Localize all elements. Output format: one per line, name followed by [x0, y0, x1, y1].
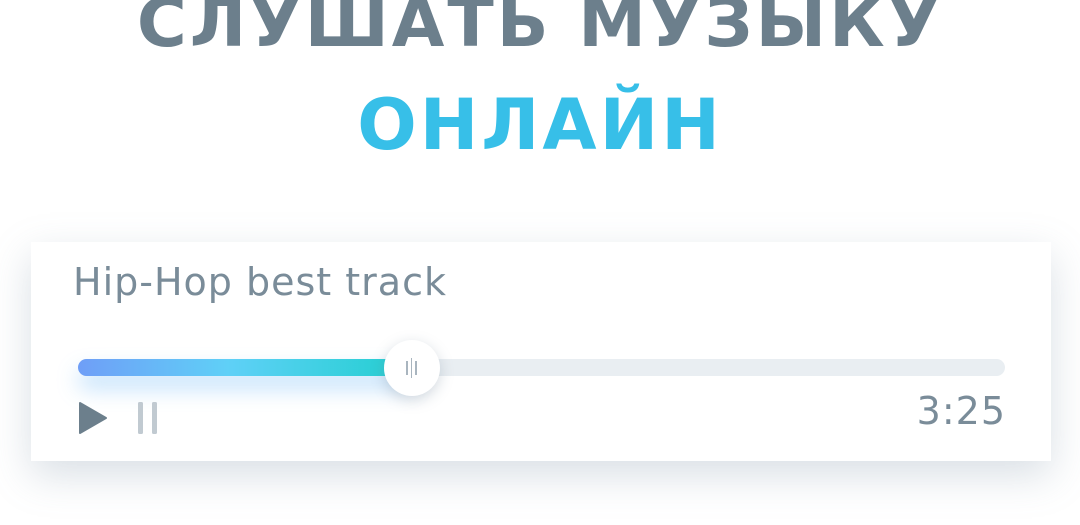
progress-slider[interactable]	[78, 339, 1005, 396]
grip-lines-icon	[406, 357, 417, 378]
pause-button[interactable]	[136, 401, 160, 435]
hero-title-line-2: ОНЛАЙН	[357, 84, 723, 166]
pause-icon	[138, 402, 157, 434]
audio-player-card: Hip-Hop best track 3:25	[31, 242, 1051, 461]
track-title: Hip-Hop best track	[73, 260, 447, 304]
track-duration: 3:25	[916, 389, 1006, 433]
hero-title-line-1: СЛУШАТЬ МУЗЫКУ	[136, 0, 944, 63]
play-button[interactable]	[78, 401, 108, 435]
progress-thumb[interactable]	[383, 339, 440, 396]
progress-fill	[78, 359, 412, 376]
play-icon	[79, 402, 107, 434]
